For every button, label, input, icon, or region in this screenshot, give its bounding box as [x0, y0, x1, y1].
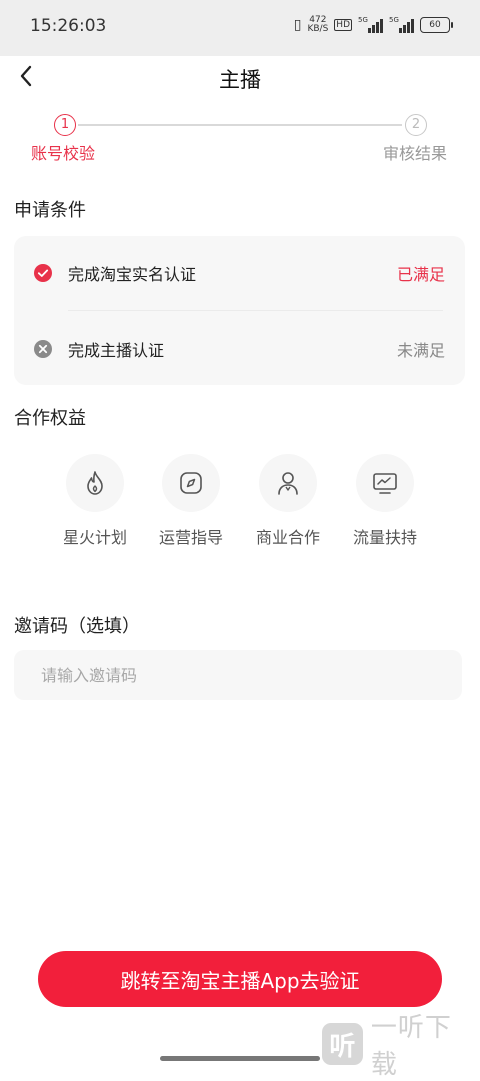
check-circle-icon [34, 264, 52, 282]
battery-icon: 60 [420, 17, 453, 33]
step-2-label: 审核结果 [383, 144, 448, 163]
step-2-indicator: 2 [405, 114, 427, 136]
benefit-icon-bg [259, 454, 317, 512]
benefit-icon-bg [66, 454, 124, 512]
x-circle-icon [34, 340, 52, 358]
benefit-item-traffic: 流量扶持 [340, 454, 430, 548]
watermark-text: 一听下载 [370, 1013, 452, 1080]
page-title: 主播 [219, 68, 261, 92]
benefit-icon-bg [162, 454, 220, 512]
benefit-label: 流量扶持 [352, 528, 417, 547]
status-time: 15:26:03 [30, 16, 107, 36]
person-icon [278, 472, 298, 495]
benefit-item-ops-guide: 运营指导 [146, 454, 236, 548]
benefit-label: 星火计划 [62, 528, 127, 547]
step-progress: 1 2 账号校验 审核结果 [0, 110, 480, 170]
step-1-label: 账号校验 [31, 144, 96, 163]
status-icons: ▯ 472 KB/S HD 5G 5G 60 [293, 15, 453, 34]
condition-status: 已满足 [396, 265, 445, 284]
condition-status: 未满足 [396, 341, 445, 360]
hd-icon: HD [334, 19, 352, 31]
divider [68, 310, 443, 311]
condition-label: 完成淘宝实名认证 [68, 265, 197, 284]
invite-code-input[interactable] [14, 650, 462, 700]
trend-chart-icon [373, 473, 397, 494]
flame-icon [87, 471, 103, 495]
condition-item: 完成淘宝实名认证 已满足 [14, 236, 465, 308]
status-bar: 15:26:03 ▯ 472 KB/S HD 5G 5G 60 [0, 0, 480, 56]
benefit-item-spark-plan: 星火计划 [50, 454, 140, 548]
network-speed: 472 KB/S [307, 15, 329, 34]
nav-header: 主播 [0, 56, 480, 96]
condition-item: 完成主播认证 未满足 [14, 312, 465, 384]
watermark: 听 一听下载 [322, 1013, 476, 1080]
vibrate-icon: ▯ [293, 17, 302, 33]
signal-icon: 5G [389, 16, 414, 33]
benefit-label: 运营指导 [158, 528, 223, 547]
condition-label: 完成主播认证 [68, 341, 165, 360]
step-connector [78, 124, 402, 126]
watermark-logo-icon: 听 [322, 1023, 363, 1065]
invite-title: 邀请码（选填） [14, 616, 140, 637]
benefit-item-business: 商业合作 [243, 454, 333, 548]
step-1-indicator: 1 [54, 114, 76, 136]
conditions-title: 申请条件 [14, 200, 86, 221]
conditions-card: 完成淘宝实名认证 已满足 完成主播认证 未满足 [14, 236, 465, 385]
home-indicator[interactable] [160, 1056, 320, 1061]
benefit-icon-bg [356, 454, 414, 512]
signal-icon: 5G [358, 16, 383, 33]
benefits-title: 合作权益 [14, 408, 86, 429]
go-verify-button[interactable]: 跳转至淘宝主播App去验证 [38, 951, 442, 1007]
compass-icon [180, 472, 202, 494]
benefit-label: 商业合作 [255, 528, 320, 547]
